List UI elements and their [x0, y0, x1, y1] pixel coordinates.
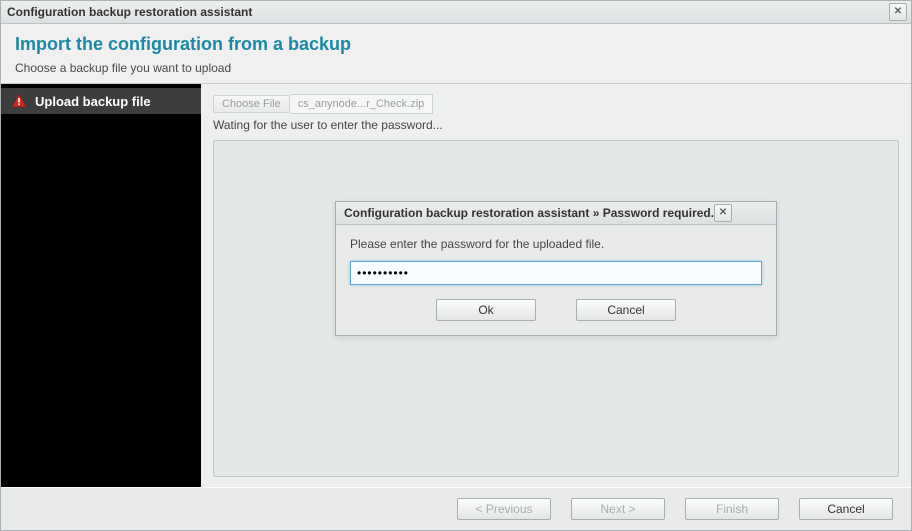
sidebar: Upload backup file: [1, 84, 201, 487]
window-title: Configuration backup restoration assista…: [7, 5, 252, 19]
close-icon: ✕: [719, 208, 727, 218]
alert-icon: [11, 93, 27, 109]
status-text: Wating for the user to enter the passwor…: [213, 118, 899, 132]
window-titlebar: Configuration backup restoration assista…: [1, 1, 911, 24]
ok-button[interactable]: Ok: [436, 299, 536, 321]
header-subtitle: Choose a backup file you want to upload: [15, 61, 897, 75]
close-icon: ✕: [894, 7, 902, 17]
file-chooser-row: Choose File cs_anynode...r_Check.zip: [213, 94, 899, 114]
next-button[interactable]: Next >: [571, 498, 665, 520]
header-panel: Import the configuration from a backup C…: [1, 24, 911, 84]
chosen-file-name: cs_anynode...r_Check.zip: [290, 94, 434, 114]
password-dialog: Configuration backup restoration assista…: [335, 201, 777, 336]
content-panel: Configuration backup restoration assista…: [213, 140, 899, 477]
sidebar-step-label: Upload backup file: [35, 94, 151, 109]
dialog-body: Please enter the password for the upload…: [336, 225, 776, 335]
password-input[interactable]: [350, 261, 762, 285]
dialog-close-button[interactable]: ✕: [714, 204, 732, 222]
main-window: Configuration backup restoration assista…: [0, 0, 912, 531]
footer: < Previous Next > Finish Cancel: [1, 487, 911, 530]
choose-file-button[interactable]: Choose File: [213, 95, 290, 113]
dialog-button-row: Ok Cancel: [350, 299, 762, 321]
dialog-title: Configuration backup restoration assista…: [344, 206, 714, 220]
sidebar-step-upload[interactable]: Upload backup file: [1, 88, 201, 114]
dialog-message: Please enter the password for the upload…: [350, 237, 762, 251]
window-close-button[interactable]: ✕: [889, 3, 907, 21]
body-row: Upload backup file Choose File cs_anynod…: [1, 84, 911, 487]
finish-button[interactable]: Finish: [685, 498, 779, 520]
dialog-titlebar: Configuration backup restoration assista…: [336, 202, 776, 225]
header-title: Import the configuration from a backup: [15, 34, 897, 55]
dialog-cancel-button[interactable]: Cancel: [576, 299, 676, 321]
previous-button[interactable]: < Previous: [457, 498, 551, 520]
cancel-button[interactable]: Cancel: [799, 498, 893, 520]
main-area: Choose File cs_anynode...r_Check.zip Wat…: [201, 84, 911, 487]
